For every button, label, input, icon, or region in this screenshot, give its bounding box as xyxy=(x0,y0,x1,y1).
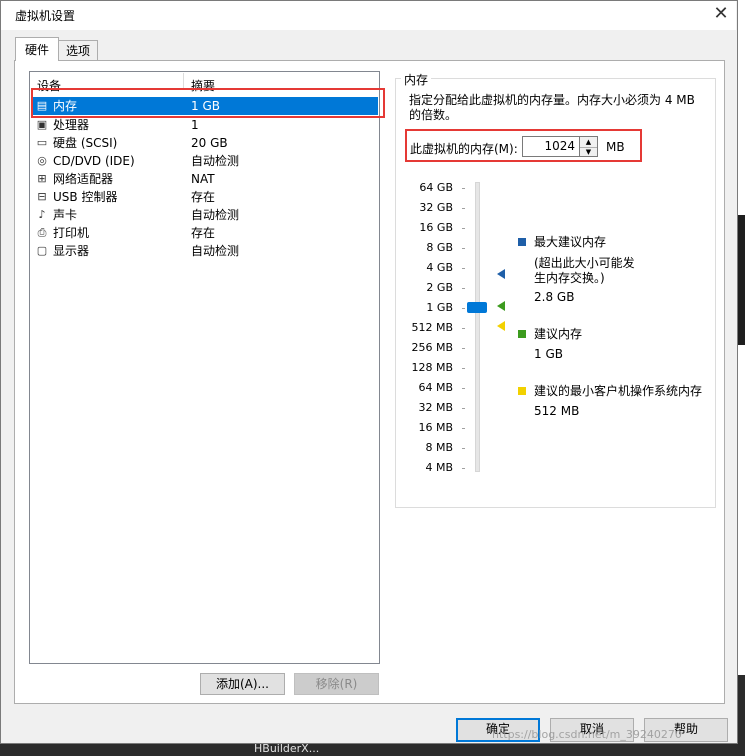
max-recommended-marker-icon xyxy=(497,269,505,279)
memory-group-title: 内存 xyxy=(401,71,432,88)
network-adapter-icon: ⊞ xyxy=(37,172,47,185)
device-summary: 存在 xyxy=(191,226,216,240)
recommended-memory-value: 1 GB xyxy=(534,347,563,361)
scale-label: 16 MB xyxy=(418,421,453,434)
tab-options[interactable]: 选项 xyxy=(58,40,98,60)
min-memory-label: 建议的最小客户机操作系统内存 xyxy=(534,384,703,398)
scale-tick xyxy=(462,368,465,369)
scale-tick xyxy=(462,208,465,209)
device-summary: 20 GB xyxy=(191,136,228,150)
device-row-cd-dvd[interactable]: ◎ CD/DVD (IDE) 自动检测 xyxy=(31,152,378,170)
device-row-usb-controller[interactable]: ⊟ USB 控制器 存在 xyxy=(31,188,378,206)
sound-card-icon: ♪ xyxy=(38,208,46,221)
display-icon: ▢ xyxy=(36,244,48,257)
device-row-printer[interactable]: ⎙ 打印机 存在 xyxy=(31,224,378,242)
scale-tick xyxy=(462,228,465,229)
scale-tick xyxy=(462,348,465,349)
max-memory-label: 最大建议内存 xyxy=(534,235,607,249)
scale-label: 128 MB xyxy=(411,361,453,374)
memory-slider-track[interactable] xyxy=(475,182,480,472)
device-summary: NAT xyxy=(191,172,215,186)
device-name: 显示器 xyxy=(53,244,90,258)
cpu-icon: ▣ xyxy=(36,118,48,131)
scale-tick xyxy=(462,268,465,269)
device-name: 处理器 xyxy=(53,118,90,132)
scale-label: 8 GB xyxy=(426,241,453,254)
scale-label: 256 MB xyxy=(411,341,453,354)
cd-dvd-icon: ◎ xyxy=(37,154,47,167)
device-name: 硬盘 (SCSI) xyxy=(53,136,118,150)
device-name: 声卡 xyxy=(53,208,78,222)
device-summary: 自动检测 xyxy=(191,244,240,258)
printer-icon: ⎙ xyxy=(37,226,47,239)
scale-label: 4 MB xyxy=(425,461,453,474)
add-device-button[interactable]: 添加(A)... xyxy=(200,673,285,695)
device-name: 网络适配器 xyxy=(53,172,114,186)
device-name: CD/DVD (IDE) xyxy=(53,154,135,168)
max-memory-legend-icon xyxy=(518,238,526,246)
memory-description: 指定分配给此虚拟机的内存量。内存大小必须为 4 MB 的倍数。 xyxy=(409,93,695,122)
min-memory-legend-icon xyxy=(518,387,526,395)
scale-label: 64 GB xyxy=(419,181,453,194)
highlight-annotation xyxy=(405,129,642,162)
scale-label: 8 MB xyxy=(425,441,453,454)
memory-slider-thumb[interactable] xyxy=(467,302,487,313)
max-memory-value: 2.8 GB xyxy=(534,290,575,304)
scale-label: 512 MB xyxy=(411,321,453,334)
scale-tick xyxy=(462,248,465,249)
watermark: https://blog.csdn.net/m_39240270 xyxy=(492,728,682,741)
scale-label: 1 GB xyxy=(426,301,453,314)
scale-tick xyxy=(462,328,465,329)
window-title: 虚拟机设置 xyxy=(15,9,76,23)
scale-tick xyxy=(462,308,465,309)
scale-label: 2 GB xyxy=(426,281,453,294)
highlight-annotation xyxy=(31,88,385,118)
hard-disk-icon: ▭ xyxy=(36,136,48,149)
device-name: USB 控制器 xyxy=(53,190,118,204)
scale-label: 64 MB xyxy=(418,381,453,394)
device-row-network-adapter[interactable]: ⊞ 网络适配器 NAT xyxy=(31,170,378,188)
scale-tick xyxy=(462,388,465,389)
scale-tick xyxy=(462,428,465,429)
scale-label: 32 MB xyxy=(418,401,453,414)
column-divider[interactable] xyxy=(183,73,184,89)
close-icon[interactable]: ✕ xyxy=(706,2,736,28)
min-memory-value: 512 MB xyxy=(534,404,580,418)
device-summary: 存在 xyxy=(191,190,216,204)
scale-tick xyxy=(462,188,465,189)
scale-label: 32 GB xyxy=(419,201,453,214)
min-recommended-marker-icon xyxy=(497,321,505,331)
usb-icon: ⊟ xyxy=(37,190,47,203)
scale-tick xyxy=(462,468,465,469)
title-bar xyxy=(1,1,736,30)
recommended-marker-icon xyxy=(497,301,505,311)
scale-tick xyxy=(462,448,465,449)
scale-label: 4 GB xyxy=(426,261,453,274)
device-row-sound-card[interactable]: ♪ 声卡 自动检测 xyxy=(31,206,378,224)
device-row-hard-disk[interactable]: ▭ 硬盘 (SCSI) 20 GB xyxy=(31,134,378,152)
device-row-display[interactable]: ▢ 显示器 自动检测 xyxy=(31,242,378,260)
scale-label: 16 GB xyxy=(419,221,453,234)
scale-tick xyxy=(462,288,465,289)
device-summary: 自动检测 xyxy=(191,154,240,168)
device-name: 打印机 xyxy=(53,226,90,240)
tab-hardware[interactable]: 硬件 xyxy=(15,37,59,61)
recommended-memory-label: 建议内存 xyxy=(534,327,583,341)
recommended-memory-legend-icon xyxy=(518,330,526,338)
device-row-processor[interactable]: ▣ 处理器 1 xyxy=(31,116,378,134)
scale-tick xyxy=(462,408,465,409)
remove-device-button[interactable]: 移除(R) xyxy=(294,673,379,695)
max-memory-note: (超出此大小可能发生内存交换。) xyxy=(534,256,635,285)
background-window xyxy=(737,0,745,756)
device-summary: 1 xyxy=(191,118,199,132)
device-summary: 自动检测 xyxy=(191,208,240,222)
